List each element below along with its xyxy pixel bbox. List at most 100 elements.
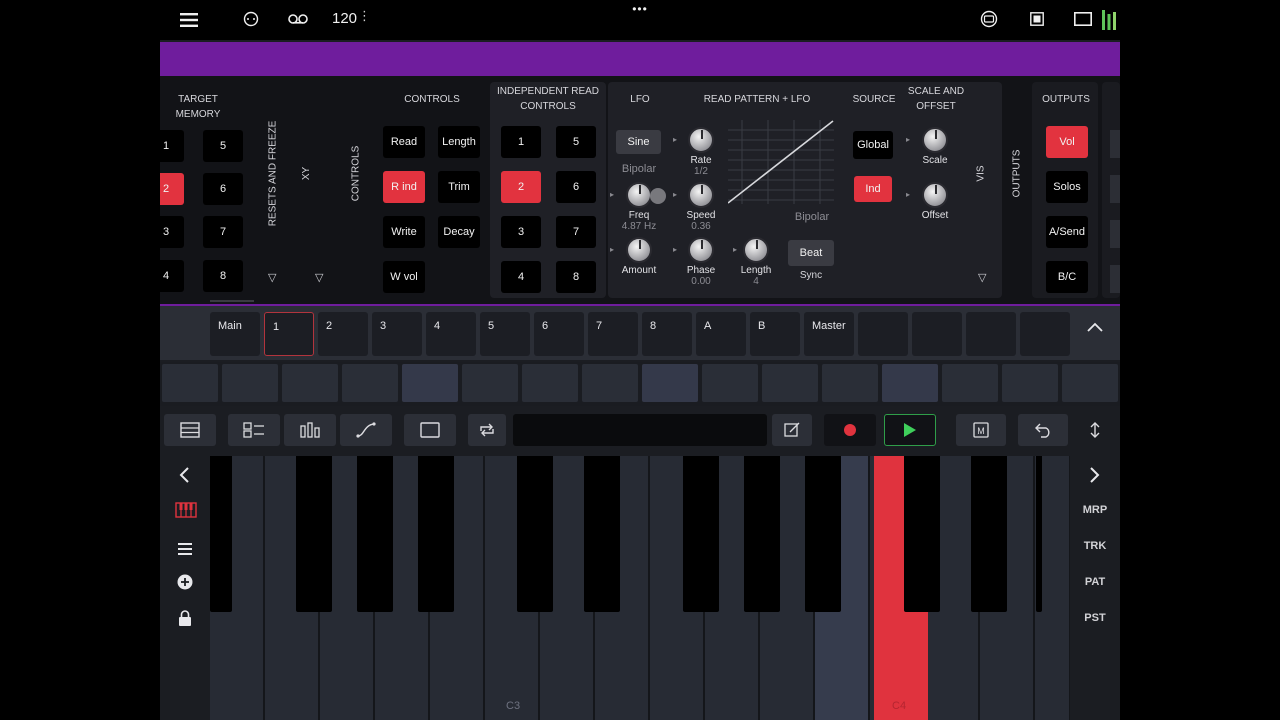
metronome-button[interactable]: M <box>956 414 1006 446</box>
step-cell[interactable] <box>882 364 938 402</box>
track-5[interactable]: 5 <box>480 312 530 356</box>
black-key[interactable] <box>584 456 620 612</box>
track-2[interactable]: 2 <box>318 312 368 356</box>
mixer-button[interactable] <box>284 414 336 446</box>
trim-button[interactable]: Trim <box>438 171 480 203</box>
pat-button[interactable]: PAT <box>1070 576 1120 588</box>
black-key[interactable] <box>418 456 454 612</box>
step-cell[interactable] <box>162 364 218 402</box>
bpm-menu-icon[interactable]: ⋮ <box>358 8 371 24</box>
target-memory-7[interactable]: 7 <box>203 216 243 248</box>
output-bc-button[interactable]: B/C <box>1046 261 1088 293</box>
chevron-right-icon[interactable] <box>1089 466 1101 489</box>
step-cell[interactable] <box>702 364 758 402</box>
black-key[interactable] <box>744 456 780 612</box>
lock-icon[interactable] <box>178 610 192 631</box>
track-7[interactable]: 7 <box>588 312 638 356</box>
menu-icon[interactable] <box>178 10 200 30</box>
w-vol-button[interactable]: W vol <box>383 261 425 293</box>
step-cell[interactable] <box>762 364 818 402</box>
rate-knob[interactable]: Rate 1/2 <box>671 127 731 177</box>
add-circle-icon[interactable] <box>177 574 193 595</box>
black-key[interactable] <box>1036 456 1042 612</box>
black-key-pressed[interactable] <box>874 456 904 612</box>
black-key[interactable] <box>296 456 332 612</box>
step-cell[interactable] <box>642 364 698 402</box>
piano-keyboard[interactable]: C3 C4 <box>210 456 1070 720</box>
black-key[interactable] <box>971 456 1007 612</box>
tempo-dial-icon[interactable] <box>240 9 262 29</box>
next-section-button-4[interactable] <box>1110 265 1120 293</box>
chevron-left-icon[interactable] <box>178 466 190 489</box>
target-memory-4[interactable]: 4 <box>160 260 184 292</box>
trk-button[interactable]: TRK <box>1070 540 1120 552</box>
track-master[interactable]: Master <box>804 312 854 356</box>
mrp-button[interactable]: MRP <box>1070 504 1120 516</box>
loop-button[interactable] <box>468 414 506 446</box>
track-4[interactable]: 4 <box>426 312 476 356</box>
black-key[interactable] <box>805 456 841 612</box>
read-pattern-graph[interactable] <box>728 120 834 204</box>
output-asend-button[interactable]: A/Send <box>1046 216 1088 248</box>
record-button[interactable] <box>824 414 876 446</box>
output-vol-button[interactable]: Vol <box>1046 126 1088 158</box>
step-cell[interactable] <box>402 364 458 402</box>
track-1[interactable]: 1 <box>264 312 314 356</box>
ind-read-4[interactable]: 4 <box>501 261 541 293</box>
ind-read-1[interactable]: 1 <box>501 126 541 158</box>
source-ind-button[interactable]: Ind <box>854 176 892 202</box>
ind-read-8[interactable]: 8 <box>556 261 596 293</box>
step-cell[interactable] <box>522 364 578 402</box>
module-title-bar[interactable] <box>160 42 1120 76</box>
phase-knob[interactable]: Phase 0.00 <box>671 237 731 287</box>
target-memory-6[interactable]: 6 <box>203 173 243 205</box>
decay-button[interactable]: Decay <box>438 216 480 248</box>
fullscreen-icon[interactable] <box>1072 9 1094 29</box>
piano-icon[interactable] <box>175 502 197 523</box>
next-section-button-1[interactable] <box>1110 130 1120 158</box>
read-button[interactable]: Read <box>383 126 425 158</box>
track-main[interactable]: Main <box>210 312 260 356</box>
undo-button[interactable] <box>1018 414 1068 446</box>
black-key[interactable] <box>210 456 232 612</box>
target-memory-1[interactable]: 1 <box>160 130 184 162</box>
length-button[interactable]: Length <box>438 126 480 158</box>
next-section-button-2[interactable] <box>1110 175 1120 203</box>
step-cell[interactable] <box>462 364 518 402</box>
vis-expand-icon[interactable]: ▽ <box>978 271 986 284</box>
beat-button[interactable]: Beat <box>788 240 834 266</box>
list-view-button[interactable] <box>164 414 216 446</box>
amount-knob[interactable]: Amount <box>609 237 669 276</box>
track-a[interactable]: A <box>696 312 746 356</box>
track-empty[interactable] <box>912 312 962 356</box>
scale-knob[interactable]: Scale <box>905 127 965 166</box>
step-cell[interactable] <box>1002 364 1058 402</box>
target-memory-3[interactable]: 3 <box>160 216 184 248</box>
clip-view-button[interactable] <box>404 414 456 446</box>
output-solos-button[interactable]: Solos <box>1046 171 1088 203</box>
lfo-shape-button[interactable]: Sine <box>616 130 661 154</box>
step-cell[interactable] <box>582 364 638 402</box>
target-memory-8[interactable]: 8 <box>203 260 243 292</box>
resets-expand-icon[interactable]: ▽ <box>268 271 276 284</box>
step-cell[interactable] <box>942 364 998 402</box>
timeline-field[interactable] <box>513 414 767 446</box>
source-global-button[interactable]: Global <box>853 131 893 159</box>
arrange-button[interactable] <box>228 414 280 446</box>
next-section-button-3[interactable] <box>1110 220 1120 248</box>
track-empty[interactable] <box>1020 312 1070 356</box>
play-button[interactable] <box>884 414 936 446</box>
tape-icon[interactable] <box>286 9 310 29</box>
ind-read-5[interactable]: 5 <box>556 126 596 158</box>
step-cell[interactable] <box>222 364 278 402</box>
track-empty[interactable] <box>966 312 1016 356</box>
step-cell[interactable] <box>342 364 398 402</box>
write-button[interactable]: Write <box>383 216 425 248</box>
speed-knob[interactable]: Speed 0.36 <box>671 182 731 232</box>
r-ind-button[interactable]: R ind <box>383 171 425 203</box>
pst-button[interactable]: PST <box>1070 612 1120 624</box>
edit-button[interactable] <box>772 414 812 446</box>
length-knob[interactable]: Length 4 <box>726 237 786 287</box>
black-key[interactable] <box>517 456 553 612</box>
black-key[interactable] <box>683 456 719 612</box>
